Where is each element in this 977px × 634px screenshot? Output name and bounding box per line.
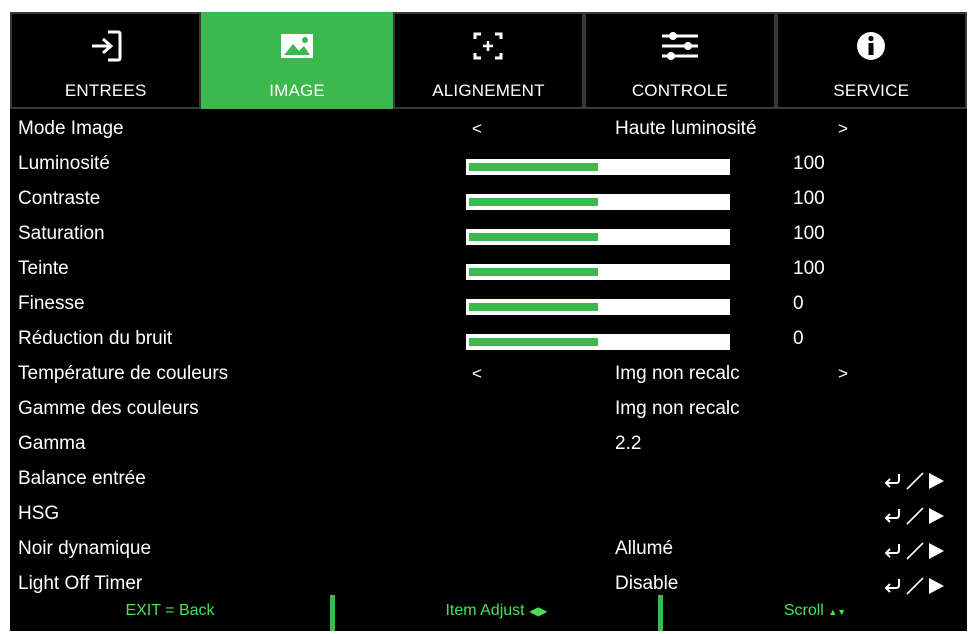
menu-item-finesse[interactable]: Finesse 0 bbox=[10, 289, 967, 324]
menu-item-gamme-couleurs[interactable]: Gamme des couleurs Img non recalc bbox=[10, 394, 967, 429]
enter-icon[interactable] bbox=[883, 469, 953, 493]
menu-item-value: Disable bbox=[615, 573, 679, 594]
menu-item-hsg[interactable]: HSG bbox=[10, 499, 967, 534]
menu-item-label: Light Off Timer bbox=[18, 573, 143, 594]
menu-item-value: Allumé bbox=[615, 538, 674, 559]
osd-menu: ENTREES IMAGE ALIGNEMENT CONTROLE SERVIC… bbox=[10, 12, 967, 631]
slider-fill bbox=[469, 198, 598, 206]
footer-help-bar: EXIT = Back Item Adjust ◀▶ Scroll ▲▼ bbox=[10, 595, 967, 631]
menu-item-label: Température de couleurs bbox=[18, 363, 229, 384]
slider-fill bbox=[469, 163, 598, 171]
slider-value: 0 bbox=[793, 328, 804, 349]
tab-image[interactable]: IMAGE bbox=[201, 12, 393, 109]
slider-track[interactable] bbox=[466, 299, 730, 315]
slider-fill bbox=[469, 338, 598, 346]
tab-label: ALIGNEMENT bbox=[432, 81, 545, 100]
enter-icon[interactable] bbox=[883, 539, 953, 563]
menu-item-value: Img non recalc bbox=[615, 363, 740, 384]
tab-alignement[interactable]: ALIGNEMENT bbox=[392, 12, 585, 109]
footer-scroll-label: Scroll bbox=[783, 602, 824, 619]
menu-item-contraste[interactable]: Contraste 100 bbox=[10, 184, 967, 219]
slider-track[interactable] bbox=[466, 264, 730, 280]
tab-bar: ENTREES IMAGE ALIGNEMENT CONTROLE SERVIC… bbox=[10, 12, 967, 112]
menu-item-label: Saturation bbox=[18, 223, 105, 244]
footer-adjust-hint: Item Adjust ◀▶ bbox=[335, 595, 658, 629]
menu-item-label: Noir dynamique bbox=[18, 538, 152, 559]
menu-item-value: Haute luminosité bbox=[615, 118, 757, 139]
menu-item-reduction-du-bruit[interactable]: Réduction du bruit 0 bbox=[10, 324, 967, 359]
slider-value: 0 bbox=[793, 293, 804, 314]
left-right-arrows-icon: ◀▶ bbox=[529, 604, 548, 618]
footer-adjust-label: Item Adjust bbox=[445, 602, 525, 619]
tab-entrees[interactable]: ENTREES bbox=[10, 12, 202, 109]
slider-track[interactable] bbox=[466, 194, 730, 210]
menu-item-label: Réduction du bruit bbox=[18, 328, 173, 349]
tab-service[interactable]: SERVICE bbox=[775, 12, 967, 109]
menu-item-label: Gamma bbox=[18, 433, 86, 454]
arrow-left[interactable]: < bbox=[472, 119, 482, 139]
alignment-icon bbox=[395, 28, 582, 64]
image-icon bbox=[203, 28, 390, 64]
slider-track[interactable] bbox=[466, 159, 730, 175]
menu-item-noir-dynamique[interactable]: Noir dynamique Allumé bbox=[10, 534, 967, 569]
info-icon bbox=[778, 28, 965, 64]
menu-item-label: Contraste bbox=[18, 188, 101, 209]
menu-item-mode-image[interactable]: Mode Image < Haute luminosité > bbox=[10, 114, 967, 149]
menu-item-value: Img non recalc bbox=[615, 398, 740, 419]
menu-item-gamma[interactable]: Gamma 2.2 bbox=[10, 429, 967, 464]
slider-value: 100 bbox=[793, 223, 825, 244]
tab-label: IMAGE bbox=[269, 81, 325, 100]
arrow-right[interactable]: > bbox=[838, 119, 848, 139]
slider-fill bbox=[469, 268, 598, 276]
menu-item-saturation[interactable]: Saturation 100 bbox=[10, 219, 967, 254]
tab-label: ENTREES bbox=[64, 81, 147, 100]
enter-icon[interactable] bbox=[883, 504, 953, 528]
slider-value: 100 bbox=[793, 188, 825, 209]
arrow-right[interactable]: > bbox=[838, 364, 848, 384]
slider-track[interactable] bbox=[466, 229, 730, 245]
slider-value: 100 bbox=[793, 153, 825, 174]
up-down-arrows-icon: ▲▼ bbox=[828, 607, 847, 617]
menu-item-label: Gamme des couleurs bbox=[18, 398, 199, 419]
menu-item-luminosite[interactable]: Luminosité 100 bbox=[10, 149, 967, 184]
menu-item-label: Finesse bbox=[18, 293, 85, 314]
footer-exit-hint: EXIT = Back bbox=[125, 602, 215, 619]
arrow-left[interactable]: < bbox=[472, 364, 482, 384]
sliders-icon bbox=[586, 28, 773, 64]
slider-fill bbox=[469, 233, 598, 241]
menu-item-balance-entree[interactable]: Balance entrée bbox=[10, 464, 967, 499]
slider-fill bbox=[469, 303, 598, 311]
menu-item-label: Teinte bbox=[18, 258, 69, 279]
menu-item-label: HSG bbox=[18, 503, 60, 524]
menu-item-temperature-couleurs[interactable]: Température de couleurs < Img non recalc… bbox=[10, 359, 967, 394]
tab-label: SERVICE bbox=[833, 81, 910, 100]
footer-scroll-hint: Scroll ▲▼ bbox=[663, 595, 967, 629]
menu-item-teinte[interactable]: Teinte 100 bbox=[10, 254, 967, 289]
input-icon bbox=[12, 28, 199, 64]
menu-item-value: 2.2 bbox=[615, 433, 642, 454]
menu-list: Mode Image < Haute luminosité > Luminosi… bbox=[10, 114, 967, 604]
tab-controle[interactable]: CONTROLE bbox=[584, 12, 776, 109]
slider-track[interactable] bbox=[466, 334, 730, 350]
menu-item-label: Balance entrée bbox=[18, 468, 146, 489]
menu-item-label: Mode Image bbox=[18, 118, 124, 139]
slider-value: 100 bbox=[793, 258, 825, 279]
tab-label: CONTROLE bbox=[631, 81, 728, 100]
menu-item-label: Luminosité bbox=[18, 153, 110, 174]
